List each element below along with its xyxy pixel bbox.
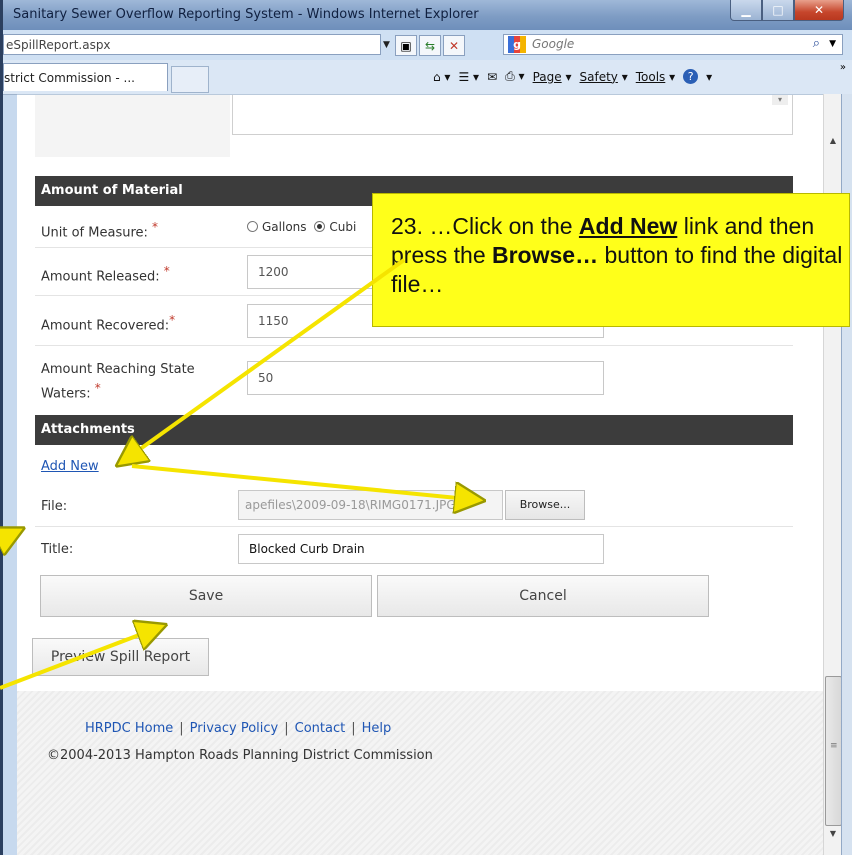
search-box[interactable]: g Google ⌕ ▼	[503, 34, 843, 55]
stop-icon[interactable]: ✕	[443, 35, 465, 56]
grip-icon: ≡	[830, 741, 838, 751]
radio-gallons[interactable]: Gallons	[247, 220, 307, 234]
more-toolbar-icon[interactable]: »	[840, 62, 846, 73]
search-icon[interactable]: ⌕	[813, 36, 820, 51]
search-placeholder: Google	[532, 37, 575, 51]
scroll-down-icon[interactable]: ▼	[824, 829, 842, 841]
footer-link-help[interactable]: Help	[362, 721, 392, 736]
add-new-link[interactable]: Add New	[41, 459, 99, 474]
home-icon[interactable]: ⌂ ▾	[433, 70, 450, 84]
maximize-icon: □	[772, 3, 784, 17]
title-input[interactable]: Blocked Curb Drain	[238, 534, 604, 564]
mail-icon[interactable]: ✉	[487, 70, 497, 84]
preview-spill-report-button[interactable]: Preview Spill Report	[32, 638, 209, 676]
minimize-icon: ▁	[741, 3, 751, 17]
compatibility-icon[interactable]: ▣	[395, 35, 417, 56]
scroll-up-icon[interactable]: ▲	[824, 136, 842, 148]
file-path-input[interactable]: apefiles\2009-09-18\RIMG0171.JPG	[238, 490, 503, 520]
title-row: Title: Blocked Curb Drain	[35, 527, 793, 571]
callout-add-new: Add New	[578, 213, 678, 239]
amount-released-label: Amount Released: *	[41, 264, 170, 285]
title-label: Title:	[41, 542, 74, 557]
search-dropdown-icon[interactable]: ▼	[829, 39, 836, 49]
previous-text-area[interactable]: ▾	[232, 95, 793, 135]
section-attachments: Attachments	[35, 415, 793, 445]
label-column-bg	[35, 95, 230, 157]
tools-menu[interactable]: Tools ▾	[636, 70, 675, 84]
callout-text-prefix: 23. …Click on the	[391, 213, 579, 239]
browser-tab[interactable]: strict Commission - ...	[3, 63, 168, 91]
minimize-button[interactable]: ▁	[730, 0, 762, 21]
unit-radio-group: Gallons Cubi	[247, 220, 356, 234]
window-title: Sanitary Sewer Overflow Reporting System…	[13, 7, 479, 22]
footer-link-home[interactable]: HRPDC Home	[85, 721, 173, 736]
google-logo-icon: g	[508, 36, 526, 53]
refresh-icon[interactable]: ⇆	[419, 35, 441, 56]
footer-link-contact[interactable]: Contact	[295, 721, 346, 736]
page-footer: HRPDC Home | Privacy Policy | Contact | Help ©…	[17, 691, 823, 855]
title-bar[interactable]: Sanitary Sewer Overflow Reporting System…	[3, 0, 852, 30]
callout-browse: Browse…	[492, 242, 599, 268]
tab-label: strict Commission - ...	[4, 71, 135, 85]
feeds-icon[interactable]: ☰ ▾	[458, 70, 479, 84]
maximize-button[interactable]: □	[762, 0, 794, 21]
close-button[interactable]: ✕	[794, 0, 844, 21]
add-new-row: Add New	[35, 445, 793, 483]
file-row: File: apefiles\2009-09-18\RIMG0171.JPG B…	[35, 483, 793, 527]
save-button[interactable]: Save	[40, 575, 372, 617]
radio-cubic[interactable]: Cubi	[314, 220, 356, 234]
scroll-arrow-icon: ▾	[772, 95, 788, 105]
copyright-text: ©2004-2013 Hampton Roads Planning Distri…	[47, 748, 433, 763]
amount-recovered-label: Amount Recovered:*	[41, 313, 176, 334]
new-tab-button[interactable]	[171, 66, 209, 93]
footer-links: HRPDC Home | Privacy Policy | Contact | Help	[85, 721, 392, 736]
address-input[interactable]: eSpillReport.aspx	[3, 34, 381, 55]
file-label: File:	[41, 499, 68, 514]
address-dropdown-icon[interactable]: ▼	[383, 40, 390, 50]
command-bar: ⌂ ▾ ☰ ▾ ✉ ⎙ ▾ Page ▾ Safety ▾ Tools ▾ ? ▾	[433, 69, 713, 84]
amount-reaching-label: Amount Reaching State Waters: *	[41, 362, 195, 402]
instruction-callout: 23. …Click on the Add New link and then …	[372, 193, 850, 327]
close-icon: ✕	[813, 3, 825, 17]
footer-link-privacy[interactable]: Privacy Policy	[190, 721, 279, 736]
tab-row: strict Commission - ... ⌂ ▾ ☰ ▾ ✉ ⎙ ▾ Pa…	[3, 60, 852, 95]
address-bar-row: eSpillReport.aspx ▼ ▣ ⇆ ✕ g Google ⌕ ▼	[3, 30, 852, 60]
cancel-button[interactable]: Cancel	[377, 575, 709, 617]
page-menu[interactable]: Page ▾	[533, 70, 572, 84]
scroll-thumb[interactable]: ≡	[825, 676, 842, 826]
amount-reaching-input[interactable]: 50	[247, 361, 604, 395]
safety-menu[interactable]: Safety ▾	[580, 70, 628, 84]
unit-of-measure-label: Unit of Measure: *	[41, 220, 159, 241]
browse-button[interactable]: Browse...	[505, 490, 585, 520]
print-icon[interactable]: ⎙ ▾	[505, 69, 524, 84]
help-icon[interactable]: ?	[683, 69, 699, 84]
ie-window: Sanitary Sewer Overflow Reporting System…	[0, 0, 852, 855]
amount-reaching-row: Amount Reaching State Waters: * 50	[35, 346, 793, 406]
